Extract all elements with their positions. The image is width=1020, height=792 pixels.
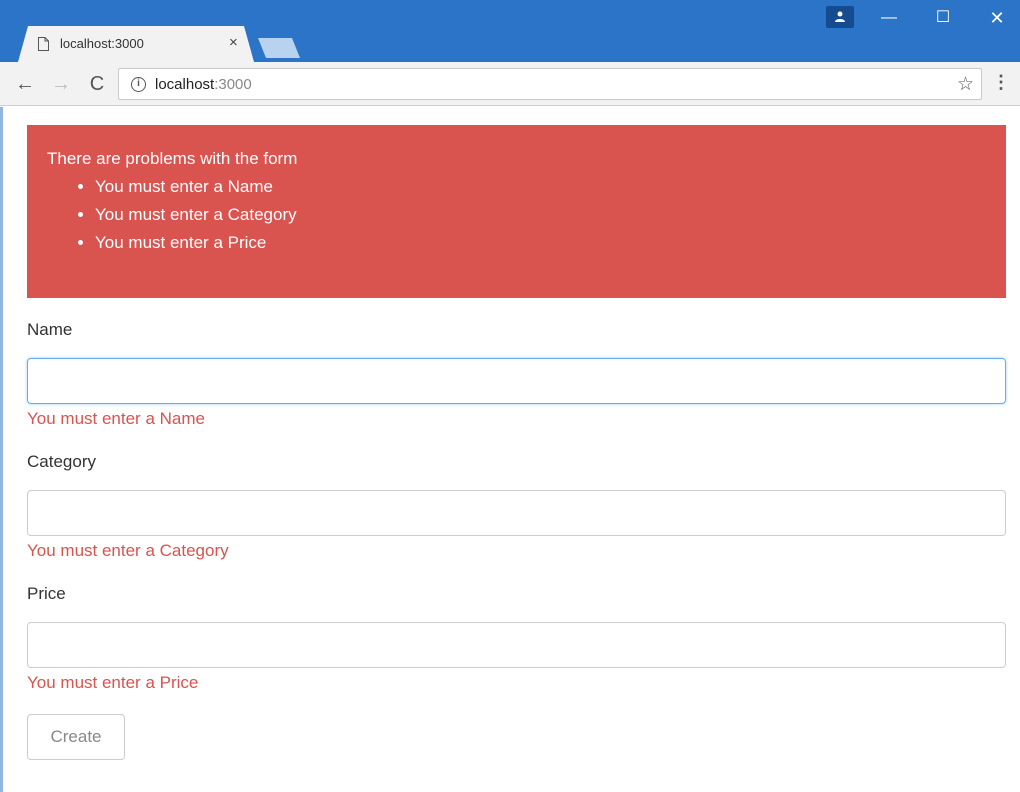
new-tab-button[interactable] [258, 38, 300, 58]
name-error: You must enter a Name [27, 409, 205, 428]
page-icon [38, 37, 49, 51]
price-label: Price [27, 584, 66, 603]
category-label: Category [27, 452, 96, 471]
form-group-name: Name You must enter a Name [27, 320, 1006, 429]
name-input[interactable] [27, 358, 1006, 404]
bookmark-star-icon[interactable]: ☆ [957, 73, 974, 96]
forward-arrow-icon[interactable]: → [48, 71, 74, 97]
address-bar[interactable]: i localhost:3000 ☆ [118, 68, 982, 100]
browser-titlebar: localhost:3000 × — ☐ ✕ [0, 0, 1020, 62]
form-group-category: Category You must enter a Category [27, 452, 1006, 561]
alert-title: There are problems with the form [47, 149, 298, 168]
alert-error-item: You must enter a Category [95, 205, 986, 225]
browser-tab[interactable]: localhost:3000 × [18, 26, 254, 62]
name-label: Name [27, 320, 73, 339]
close-window-icon[interactable]: ✕ [982, 6, 1012, 30]
reload-icon[interactable]: C [84, 71, 110, 97]
page-viewport: There are problems with the form You mus… [0, 107, 1020, 792]
form-group-price: Price You must enter a Price [27, 584, 1006, 693]
user-icon [835, 11, 845, 22]
validation-summary-alert: There are problems with the form You mus… [27, 125, 1006, 298]
alert-error-item: You must enter a Name [95, 177, 986, 197]
create-button[interactable]: Create [27, 714, 125, 760]
minimize-icon[interactable]: — [874, 6, 904, 30]
category-input[interactable] [27, 490, 1006, 536]
alert-error-item: You must enter a Price [95, 233, 986, 253]
back-arrow-icon[interactable]: ← [12, 71, 38, 97]
info-icon[interactable]: i [131, 77, 146, 92]
browser-menu-icon[interactable]: ⋮ [992, 72, 1010, 92]
profile-button[interactable] [826, 6, 854, 28]
category-error: You must enter a Category [27, 541, 229, 560]
maximize-icon[interactable]: ☐ [928, 6, 958, 30]
tab-close-icon[interactable]: × [229, 34, 238, 52]
url-host: localhost [155, 76, 215, 93]
price-input[interactable] [27, 622, 1006, 668]
url-port: :3000 [214, 76, 252, 93]
url-text: localhost:3000 [155, 76, 252, 93]
tab-title: localhost:3000 [60, 36, 144, 51]
price-error: You must enter a Price [27, 673, 199, 692]
browser-toolbar: ← → C i localhost:3000 ☆ ⋮ [0, 62, 1020, 106]
alert-error-list: You must enter a Name You must enter a C… [95, 177, 986, 253]
